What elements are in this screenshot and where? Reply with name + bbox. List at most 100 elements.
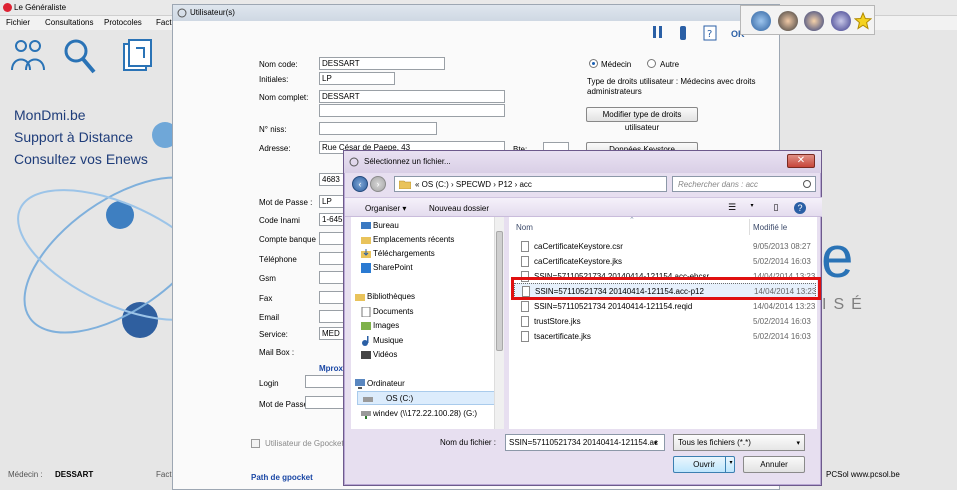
navigation-scrollbar[interactable] bbox=[494, 217, 504, 429]
address-path: « OS (C:) › SPECWD › P12 › acc bbox=[415, 180, 532, 189]
filetype-dropdown-icon: ▾ bbox=[796, 440, 800, 447]
open-split-dropdown-icon[interactable]: ▾ bbox=[725, 456, 736, 473]
dialog-close-button[interactable]: ✕ bbox=[787, 154, 815, 168]
nav-emplacements-recents[interactable]: Emplacements récents bbox=[373, 233, 454, 247]
label-nom-complet: Nom complet: bbox=[259, 93, 309, 102]
doctor-avatar-icon[interactable] bbox=[804, 11, 824, 31]
battery-icon[interactable] bbox=[676, 25, 690, 41]
file-row[interactable]: SSIN=57110521734 20140414-121154.reqid 1… bbox=[514, 299, 816, 314]
link-support[interactable]: Support à Distance bbox=[14, 126, 148, 148]
address-path-box[interactable]: « OS (C:) › SPECWD › P12 › acc ▾ ↻ bbox=[394, 176, 706, 192]
link-enews[interactable]: Consultez vos Enews bbox=[14, 148, 148, 170]
label-compte-banque: Compte banque bbox=[259, 235, 316, 244]
organiser-button[interactable]: Organiser ▾ bbox=[365, 204, 406, 213]
column-header-nom[interactable]: Nom bbox=[516, 223, 533, 232]
app-title: Le Généraliste bbox=[14, 3, 67, 12]
file-date: 14/04/2014 13:23 bbox=[753, 302, 816, 311]
preview-pane-icon[interactable]: ▯ bbox=[769, 202, 783, 214]
folder-icon bbox=[399, 180, 411, 189]
nav-os-c[interactable]: OS (C:) bbox=[357, 391, 495, 405]
file-row[interactable]: caCertificateKeystore.csr 9/05/2013 08:2… bbox=[514, 239, 816, 254]
column-separator[interactable] bbox=[749, 219, 750, 235]
selection-highlight-box bbox=[511, 277, 821, 300]
label-gsm: Gsm bbox=[259, 274, 276, 283]
file-icon bbox=[521, 331, 529, 342]
nav-bibliotheques[interactable]: Bibliothèques bbox=[367, 290, 415, 304]
nav-sharepoint[interactable]: SharePoint bbox=[373, 261, 413, 275]
menu-fichier[interactable]: Fichier bbox=[6, 18, 30, 27]
input-login[interactable] bbox=[305, 375, 347, 388]
nav-ordinateur[interactable]: Ordinateur bbox=[367, 377, 405, 391]
help-icon[interactable]: ? bbox=[794, 202, 806, 214]
input-initiales[interactable]: LP bbox=[319, 72, 395, 85]
input-nom-code[interactable]: DESSART bbox=[319, 57, 445, 70]
type-droits-text: Type de droits utilisateur : Médecins av… bbox=[587, 77, 756, 96]
cancel-button[interactable]: Annuler bbox=[743, 456, 805, 473]
file-name: tsacertificate.jks bbox=[534, 332, 591, 341]
nav-documents[interactable]: Documents bbox=[373, 305, 413, 319]
network-drive-icon bbox=[361, 411, 371, 419]
sort-indicator-icon: ⌃ bbox=[629, 217, 635, 224]
nav-telechargements[interactable]: Téléchargements bbox=[373, 247, 435, 261]
nav-bureau[interactable]: Bureau bbox=[373, 219, 399, 233]
wizard-icon[interactable] bbox=[831, 11, 851, 31]
search-placeholder: Rechercher dans : acc bbox=[678, 180, 759, 189]
input-niss[interactable] bbox=[319, 122, 437, 135]
view-options-icon[interactable]: ☰ bbox=[725, 202, 739, 214]
documents-folder-icon bbox=[361, 307, 371, 317]
forward-icon[interactable]: › bbox=[370, 176, 386, 192]
nav-musique[interactable]: Musique bbox=[373, 334, 403, 348]
label-radio-autre: Autre bbox=[660, 60, 680, 69]
file-icon bbox=[521, 241, 529, 252]
user-window-title: Utilisateur(s) bbox=[190, 8, 235, 17]
navigation-scrollbar-thumb[interactable] bbox=[496, 231, 503, 351]
user-avatar-icon[interactable] bbox=[778, 11, 798, 31]
menu-facturation[interactable]: Fact bbox=[156, 18, 172, 27]
back-icon[interactable]: ‹ bbox=[352, 176, 368, 192]
file-date: 5/02/2014 16:03 bbox=[753, 332, 811, 341]
modifier-droits-button[interactable]: Modifier type de droits utilisateur bbox=[586, 107, 698, 132]
patients-icon[interactable] bbox=[8, 36, 48, 76]
globe-icon[interactable] bbox=[751, 11, 771, 31]
test-tubes-icon[interactable] bbox=[651, 25, 665, 41]
search-icon[interactable] bbox=[60, 36, 100, 76]
help-icon[interactable]: ? bbox=[703, 25, 717, 41]
sharepoint-icon bbox=[361, 263, 371, 273]
nav-images[interactable]: Images bbox=[373, 319, 399, 333]
search-box[interactable]: Rechercher dans : acc bbox=[672, 176, 816, 192]
input-nom-complet[interactable]: DESSART bbox=[319, 90, 505, 103]
nav-videos[interactable]: Vidéos bbox=[373, 348, 397, 362]
filetype-select[interactable]: Tous les fichiers (*.*) ▾ bbox=[673, 434, 805, 451]
label-service: Service: bbox=[259, 330, 288, 339]
file-icon bbox=[521, 256, 529, 267]
documents-icon[interactable] bbox=[118, 36, 158, 76]
file-name: caCertificateKeystore.csr bbox=[534, 242, 623, 251]
filename-dropdown-icon[interactable]: ▾ bbox=[654, 439, 658, 447]
label-mot-de-passe-2: Mot de Passe bbox=[259, 400, 308, 409]
images-icon bbox=[361, 322, 371, 330]
link-mondmi[interactable]: MonDmi.be bbox=[14, 104, 148, 126]
input-mot-de-passe-2[interactable] bbox=[305, 396, 347, 409]
star-icon[interactable] bbox=[854, 12, 872, 30]
dialog-icon bbox=[349, 157, 359, 167]
radio-medecin[interactable] bbox=[589, 59, 598, 68]
radio-autre[interactable] bbox=[647, 59, 656, 68]
column-header-modifie[interactable]: Modifié le bbox=[753, 223, 787, 232]
nav-windev[interactable]: windev (\\172.22.100.28) (G:) bbox=[373, 407, 477, 421]
new-folder-button[interactable]: Nouveau dossier bbox=[429, 204, 489, 213]
status-facturation: Fact bbox=[156, 470, 172, 479]
menu-consultations[interactable]: Consultations bbox=[45, 18, 93, 27]
file-icon bbox=[521, 316, 529, 327]
filename-input[interactable]: SSIN=57110521734 20140414-121154.ac bbox=[505, 434, 665, 451]
main-toolbar bbox=[0, 30, 175, 86]
file-row[interactable]: caCertificateKeystore.jks 5/02/2014 16:0… bbox=[514, 254, 816, 269]
quick-icon-bar bbox=[740, 5, 875, 35]
desktop-icon bbox=[361, 222, 371, 229]
search-magnifier-icon bbox=[803, 180, 811, 188]
file-row[interactable]: tsacertificate.jks 5/02/2014 16:03 bbox=[514, 329, 816, 344]
input-nom-complet-2[interactable] bbox=[319, 104, 505, 117]
menu-protocoles[interactable]: Protocoles bbox=[104, 18, 142, 27]
view-dropdown-icon[interactable]: ▾ bbox=[745, 202, 759, 214]
gpocket-checkbox[interactable] bbox=[251, 439, 260, 448]
file-row[interactable]: trustStore.jks 5/02/2014 16:03 bbox=[514, 314, 816, 329]
